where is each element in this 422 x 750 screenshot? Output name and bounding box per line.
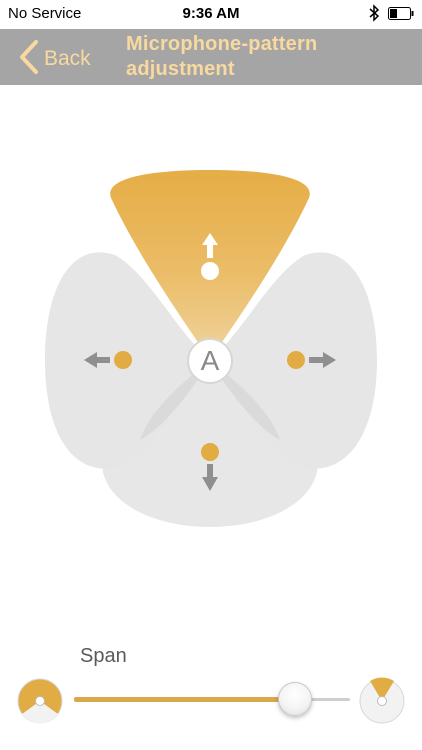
span-label: Span <box>80 645 127 667</box>
slider-fill <box>74 697 295 702</box>
span-slider[interactable] <box>70 680 350 720</box>
slider-thumb[interactable] <box>278 682 312 716</box>
automatic-mode-button[interactable]: A <box>187 338 233 384</box>
narrow-span-icon[interactable] <box>16 677 64 725</box>
wide-span-icon[interactable] <box>358 677 406 725</box>
